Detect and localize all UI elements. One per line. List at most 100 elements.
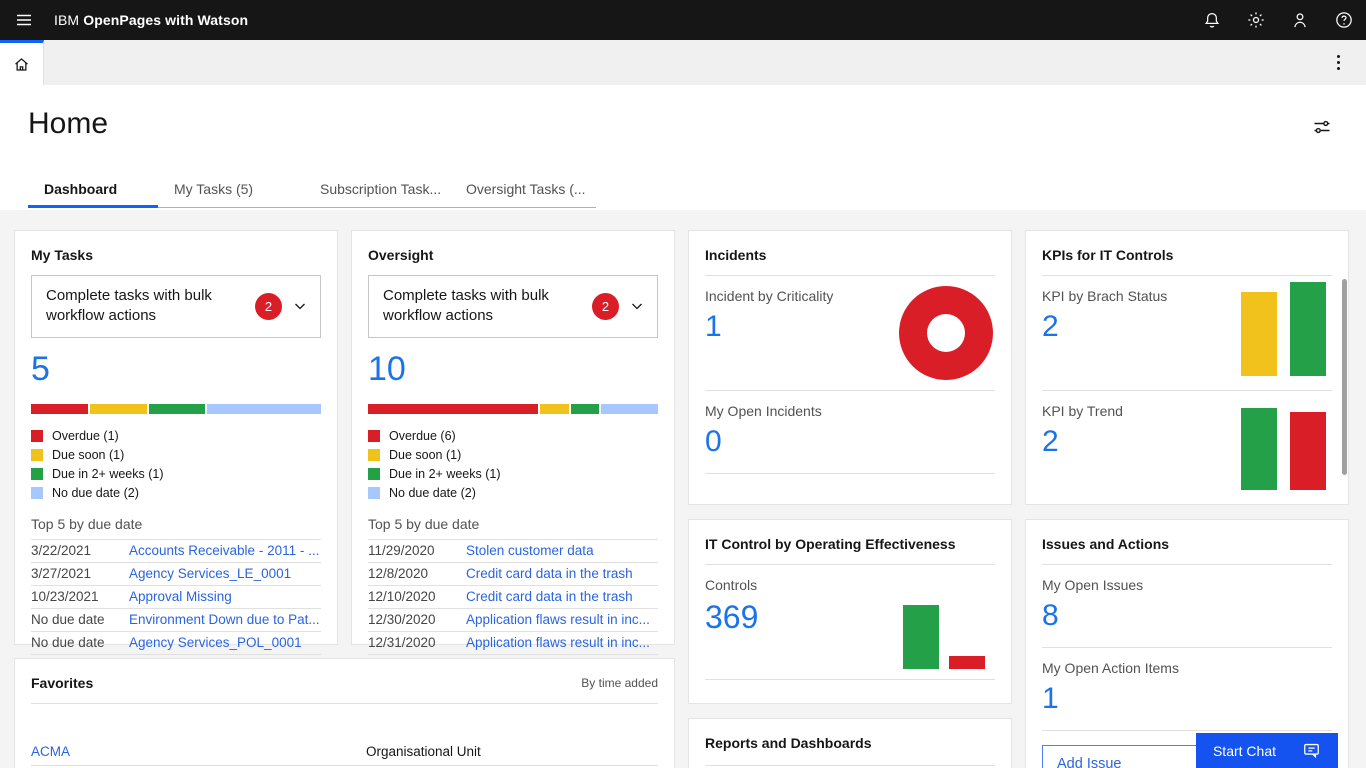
- task-link[interactable]: Credit card data in the trash: [466, 589, 658, 604]
- controls-value[interactable]: 369: [705, 601, 758, 633]
- kpi-breach-status-value[interactable]: 2: [1042, 312, 1059, 342]
- open-issues-value[interactable]: 8: [1042, 601, 1059, 631]
- legend-swatch-lightblue: [368, 487, 380, 499]
- criticality-donut-chart: [899, 286, 993, 380]
- card-kpis: KPIs for IT Controls KPI by Brach Status…: [1025, 230, 1349, 505]
- start-chat-label: Start Chat: [1213, 743, 1276, 759]
- legend-label: Due in 2+ weeks (1): [389, 467, 501, 481]
- bar-green: [1290, 282, 1326, 376]
- tab-oversight-tasks[interactable]: Oversight Tasks (...: [450, 175, 596, 208]
- page-tabs: Dashboard My Tasks (5) Subscription Task…: [28, 175, 1338, 208]
- app-header: IBM OpenPages with Watson: [0, 0, 1366, 40]
- tab-subscription-tasks[interactable]: Subscription Task...: [304, 175, 450, 208]
- task-link[interactable]: Approval Missing: [129, 589, 321, 604]
- legend-swatch-yellow: [31, 449, 43, 461]
- due-date-stacked-bar: [31, 404, 321, 414]
- table-row: 10/23/2021Approval Missing: [31, 586, 321, 609]
- task-link[interactable]: Application flaws result in inc...: [466, 635, 658, 650]
- legend-label: Due in 2+ weeks (1): [52, 467, 164, 481]
- task-link[interactable]: Accounts Receivable - 2011 - ...: [129, 543, 321, 558]
- legend-swatch-red: [31, 430, 43, 442]
- bulk-actions-dropdown[interactable]: Complete tasks with bulk workflow action…: [368, 275, 658, 338]
- table-row: 12/30/2020Application flaws result in in…: [368, 609, 658, 632]
- total-tasks-value[interactable]: 10: [368, 352, 406, 386]
- legend-swatch-green: [368, 468, 380, 480]
- card-title: Oversight: [368, 247, 658, 263]
- open-incidents-value[interactable]: 0: [705, 427, 722, 457]
- bar-segment-due-2weeks: [149, 404, 206, 414]
- bar-segment-due-2weeks: [571, 404, 599, 414]
- legend-swatch-red: [368, 430, 380, 442]
- metric-label: Controls: [705, 577, 995, 593]
- legend-label: Due soon (1): [389, 448, 461, 462]
- dropdown-label: Complete tasks with bulk workflow action…: [46, 286, 255, 327]
- settings-adjust-icon[interactable]: [1312, 117, 1332, 140]
- task-link[interactable]: Environment Down due to Pat...: [129, 612, 321, 627]
- chart-legend: Overdue (1) Due soon (1) Due in 2+ weeks…: [31, 429, 321, 500]
- table-row: No due dateAgency Services_POL_0001: [31, 632, 321, 655]
- notifications-bell-icon[interactable]: [1190, 0, 1234, 40]
- task-link[interactable]: Agency Services_LE_0001: [129, 566, 321, 581]
- task-link[interactable]: Application flaws result in inc...: [466, 612, 658, 627]
- row-date: 3/22/2021: [31, 543, 129, 558]
- settings-gear-icon[interactable]: [1234, 0, 1278, 40]
- legend-label: Overdue (1): [52, 429, 119, 443]
- count-badge: 2: [255, 293, 282, 320]
- chat-bubble-icon: [1302, 741, 1321, 760]
- tab-dashboard[interactable]: Dashboard: [28, 175, 158, 208]
- bulk-actions-dropdown[interactable]: Complete tasks with bulk workflow action…: [31, 275, 321, 338]
- row-date: 12/10/2020: [368, 589, 466, 604]
- task-link[interactable]: Stolen customer data: [466, 543, 658, 558]
- menu-icon[interactable]: [0, 0, 48, 40]
- legend-swatch-yellow: [368, 449, 380, 461]
- row-date: No due date: [31, 612, 129, 627]
- home-tab[interactable]: [0, 40, 44, 85]
- window-tab-strip: [0, 40, 1366, 85]
- table-row: No due dateEnvironment Down due to Pat..…: [31, 609, 321, 632]
- card-title: KPIs for IT Controls: [1042, 247, 1332, 263]
- legend-label: Overdue (6): [389, 429, 456, 443]
- legend-label: Due soon (1): [52, 448, 124, 462]
- chevron-down-icon: [292, 298, 308, 314]
- list-item: ACMA Organisational Unit: [31, 738, 658, 766]
- open-action-items-value[interactable]: 1: [1042, 684, 1059, 714]
- card-scrollbar[interactable]: [1342, 279, 1347, 475]
- sort-by-dropdown[interactable]: By time added: [581, 676, 658, 690]
- card-title: My Tasks: [31, 247, 321, 263]
- user-profile-icon[interactable]: [1278, 0, 1322, 40]
- legend-label: No due date (2): [52, 486, 139, 500]
- favorite-link[interactable]: ACMA: [31, 744, 366, 759]
- metric-label: My Open Issues: [1042, 577, 1332, 593]
- kpi-trend-value[interactable]: 2: [1042, 427, 1059, 457]
- start-chat-button[interactable]: Start Chat: [1196, 733, 1338, 768]
- card-title: Issues and Actions: [1042, 536, 1332, 552]
- row-date: 12/30/2020: [368, 612, 466, 627]
- help-icon[interactable]: [1322, 0, 1366, 40]
- row-date: 12/31/2020: [368, 635, 466, 650]
- home-icon: [12, 55, 31, 74]
- bar-effective: [903, 605, 939, 669]
- task-link[interactable]: Agency Services_POL_0001: [129, 635, 321, 650]
- table-row: 3/27/2021Agency Services_LE_0001: [31, 563, 321, 586]
- legend-swatch-lightblue: [31, 487, 43, 499]
- task-link[interactable]: Credit card data in the trash: [466, 566, 658, 581]
- incident-criticality-value[interactable]: 1: [705, 312, 722, 342]
- bar-yellow: [1241, 292, 1277, 376]
- tab-my-tasks[interactable]: My Tasks (5): [158, 175, 304, 208]
- bar-segment-overdue: [368, 404, 538, 414]
- row-date: 12/8/2020: [368, 566, 466, 581]
- kpi-status-bar-chart: [1241, 282, 1326, 376]
- bar-green: [1241, 408, 1277, 490]
- bar-segment-no-due-date: [601, 404, 658, 414]
- card-title: IT Control by Operating Effectiveness: [705, 536, 995, 552]
- bar-segment-no-due-date: [207, 404, 321, 414]
- overflow-menu-icon[interactable]: [1324, 40, 1352, 85]
- card-incidents: Incidents Incident by Criticality 1 My O…: [688, 230, 1012, 505]
- effectiveness-bar-chart: [903, 605, 985, 669]
- card-it-control: IT Control by Operating Effectiveness Co…: [688, 519, 1012, 704]
- total-tasks-value[interactable]: 5: [31, 352, 50, 386]
- chart-legend: Overdue (6) Due soon (1) Due in 2+ weeks…: [368, 429, 658, 500]
- table-row: 3/22/2021Accounts Receivable - 2011 - ..…: [31, 539, 321, 563]
- top5-table: 11/29/2020Stolen customer data 12/8/2020…: [368, 539, 658, 655]
- metric-label: My Open Incidents: [705, 403, 995, 419]
